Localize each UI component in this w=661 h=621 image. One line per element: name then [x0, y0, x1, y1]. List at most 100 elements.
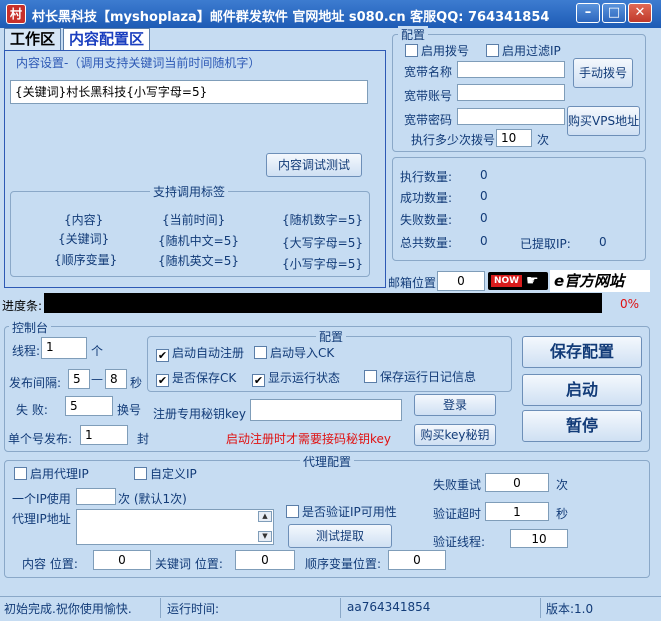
tag-item: {当前时间} [162, 213, 226, 227]
success-label: 成功数量: [400, 191, 453, 205]
total-label: 总共数量: [400, 236, 453, 250]
per-ip-label: 一个IP使用 [12, 492, 71, 506]
hand-pointer-icon: ☛ [526, 273, 539, 289]
login-button[interactable]: 登录 [414, 394, 496, 416]
enable-proxy-label: 启用代理IP [30, 467, 89, 481]
save-ck-checkbox[interactable]: ✔ 是否保存CK [156, 369, 236, 387]
auto-import-ck-checkbox[interactable]: 启动导入CK [254, 344, 334, 361]
show-status-checkbox[interactable]: ✔ 显示运行状态 [252, 369, 340, 387]
auto-register-check: ✔ [156, 349, 169, 362]
close-button[interactable]: ✕ [628, 3, 652, 23]
sequence-position-label: 顺序变量位置: [305, 557, 382, 571]
broadband-account-input[interactable] [457, 84, 565, 101]
mailbox-position-label: 邮箱位置 [388, 276, 437, 290]
threads-label: 线程: [12, 344, 41, 358]
mailbox-position-input[interactable]: 0 [437, 271, 485, 291]
single-publish-unit: 封 [137, 432, 150, 446]
tag-item: {内容} [64, 213, 104, 227]
per-ip-unit: 次 (默认1次) [118, 492, 187, 506]
save-log-checkbox[interactable]: 保存运行日记信息 [364, 368, 476, 385]
tab-workspace[interactable]: 工作区 [4, 28, 62, 50]
content-test-button[interactable]: 内容调试测试 [266, 153, 362, 177]
broadband-password-input[interactable] [457, 108, 565, 125]
enable-filter-checkbox[interactable]: 启用过滤IP [486, 42, 561, 59]
status-separator [340, 598, 341, 618]
status-message: 初始完成.祝你使用愉快. [4, 602, 132, 616]
now-pointer-icon: NOW ☛ [488, 272, 548, 290]
extracted-label: 已提取IP: [520, 237, 571, 251]
fail-label: 失 败: [16, 403, 48, 417]
broadband-account-label: 宽带账号 [404, 89, 453, 103]
maximize-button[interactable]: □ [602, 3, 626, 23]
app-icon: 村 [6, 4, 26, 24]
interval-max-input[interactable]: 8 [105, 369, 127, 389]
single-publish-input[interactable]: 1 [80, 425, 128, 445]
content-input[interactable]: {关键词}村长黑科技{小写字母=5} [10, 80, 368, 104]
tag-item: {小写字母=5} [282, 257, 363, 271]
enable-dial-checkbox[interactable]: 启用拨号 [405, 42, 469, 59]
per-ip-input[interactable] [76, 488, 116, 505]
interval-min-input[interactable]: 5 [68, 369, 90, 389]
tag-item: {关键词} [58, 232, 110, 246]
failed-value: 0 [480, 211, 488, 225]
scroll-up-icon[interactable]: ▲ [258, 511, 272, 522]
proxy-title: 代理配置 [300, 453, 355, 470]
fail-retry-input[interactable]: 0 [485, 473, 549, 492]
timeout-label: 验证超时 [433, 507, 482, 521]
timeout-input[interactable]: 1 [485, 502, 549, 521]
custom-ip-checkbox[interactable]: 自定义IP [134, 465, 197, 482]
save-config-button[interactable]: 保存配置 [522, 336, 642, 368]
save-ck-check: ✔ [156, 374, 169, 387]
content-position-input[interactable]: 0 [93, 550, 151, 570]
buy-key-button[interactable]: 购买key秘钥 [414, 424, 496, 446]
buy-vps-button[interactable]: 购买VPS地址 [567, 106, 640, 136]
broadband-name-label: 宽带名称 [404, 65, 453, 79]
minimize-button[interactable]: – [576, 3, 600, 23]
key-notice: 启动注册时才需要接码秘钥key [226, 432, 392, 446]
dial-after-unit: 次 [537, 133, 550, 147]
window-title: 村长黑科技【myshoplaza】邮件群发软件 官网地址 s080.cn 客服Q… [32, 10, 550, 25]
save-log-check [364, 370, 377, 383]
threads-unit: 个 [91, 344, 104, 358]
official-site-logo[interactable]: e官方网站 [550, 270, 650, 292]
tag-item: {随机数字=5} [282, 213, 363, 227]
keyword-position-input[interactable]: 0 [235, 550, 295, 570]
manual-dial-button[interactable]: 手动拨号 [573, 58, 633, 88]
key-input[interactable] [250, 399, 402, 421]
content-position-label: 内容 位置: [22, 557, 78, 571]
enable-proxy-checkbox[interactable]: 启用代理IP [14, 465, 89, 482]
sequence-position-input[interactable]: 0 [388, 550, 446, 570]
proxy-address-label: 代理IP地址 [12, 512, 71, 526]
key-label: 注册专用秘钥key [153, 407, 247, 421]
now-badge: NOW [491, 275, 523, 287]
status-version: 版本:1.0 [546, 602, 594, 616]
broadband-name-input[interactable] [457, 61, 565, 78]
fail-retry-unit: 次 [556, 478, 569, 492]
extracted-value: 0 [599, 235, 607, 249]
timeout-unit: 秒 [556, 507, 569, 521]
fail-input[interactable]: 5 [65, 396, 113, 416]
status-separator [160, 598, 161, 618]
scroll-down-icon[interactable]: ▼ [258, 531, 272, 542]
save-log-label: 保存运行日记信息 [380, 370, 477, 384]
status-separator [540, 598, 541, 618]
verify-threads-input[interactable]: 10 [510, 529, 568, 548]
tag-item: {顺序变量} [54, 253, 118, 267]
threads-input[interactable]: 1 [41, 337, 87, 359]
tag-item: {随机中文=5} [158, 234, 239, 248]
test-extract-button[interactable]: 测试提取 [288, 524, 392, 548]
failed-label: 失败数量: [400, 213, 453, 227]
auto-register-label: 启动自动注册 [172, 346, 245, 360]
auto-register-checkbox[interactable]: ✔ 启动自动注册 [156, 344, 244, 362]
tab-content-config[interactable]: 内容配置区 [63, 28, 151, 51]
custom-ip-label: 自定义IP [150, 467, 197, 481]
executed-value: 0 [480, 168, 488, 182]
single-publish-label: 单个号发布: [8, 432, 73, 446]
dial-after-input[interactable]: 10 [496, 129, 532, 147]
pause-button[interactable]: 暂停 [522, 410, 642, 442]
proxy-address-textarea[interactable] [76, 509, 274, 545]
auto-import-ck-check [254, 346, 267, 359]
start-button[interactable]: 启动 [522, 374, 642, 406]
title-bar: 村 村长黑科技【myshoplaza】邮件群发软件 官网地址 s080.cn 客… [0, 0, 661, 28]
verify-ip-checkbox[interactable]: 是否验证IP可用性 [286, 503, 397, 520]
